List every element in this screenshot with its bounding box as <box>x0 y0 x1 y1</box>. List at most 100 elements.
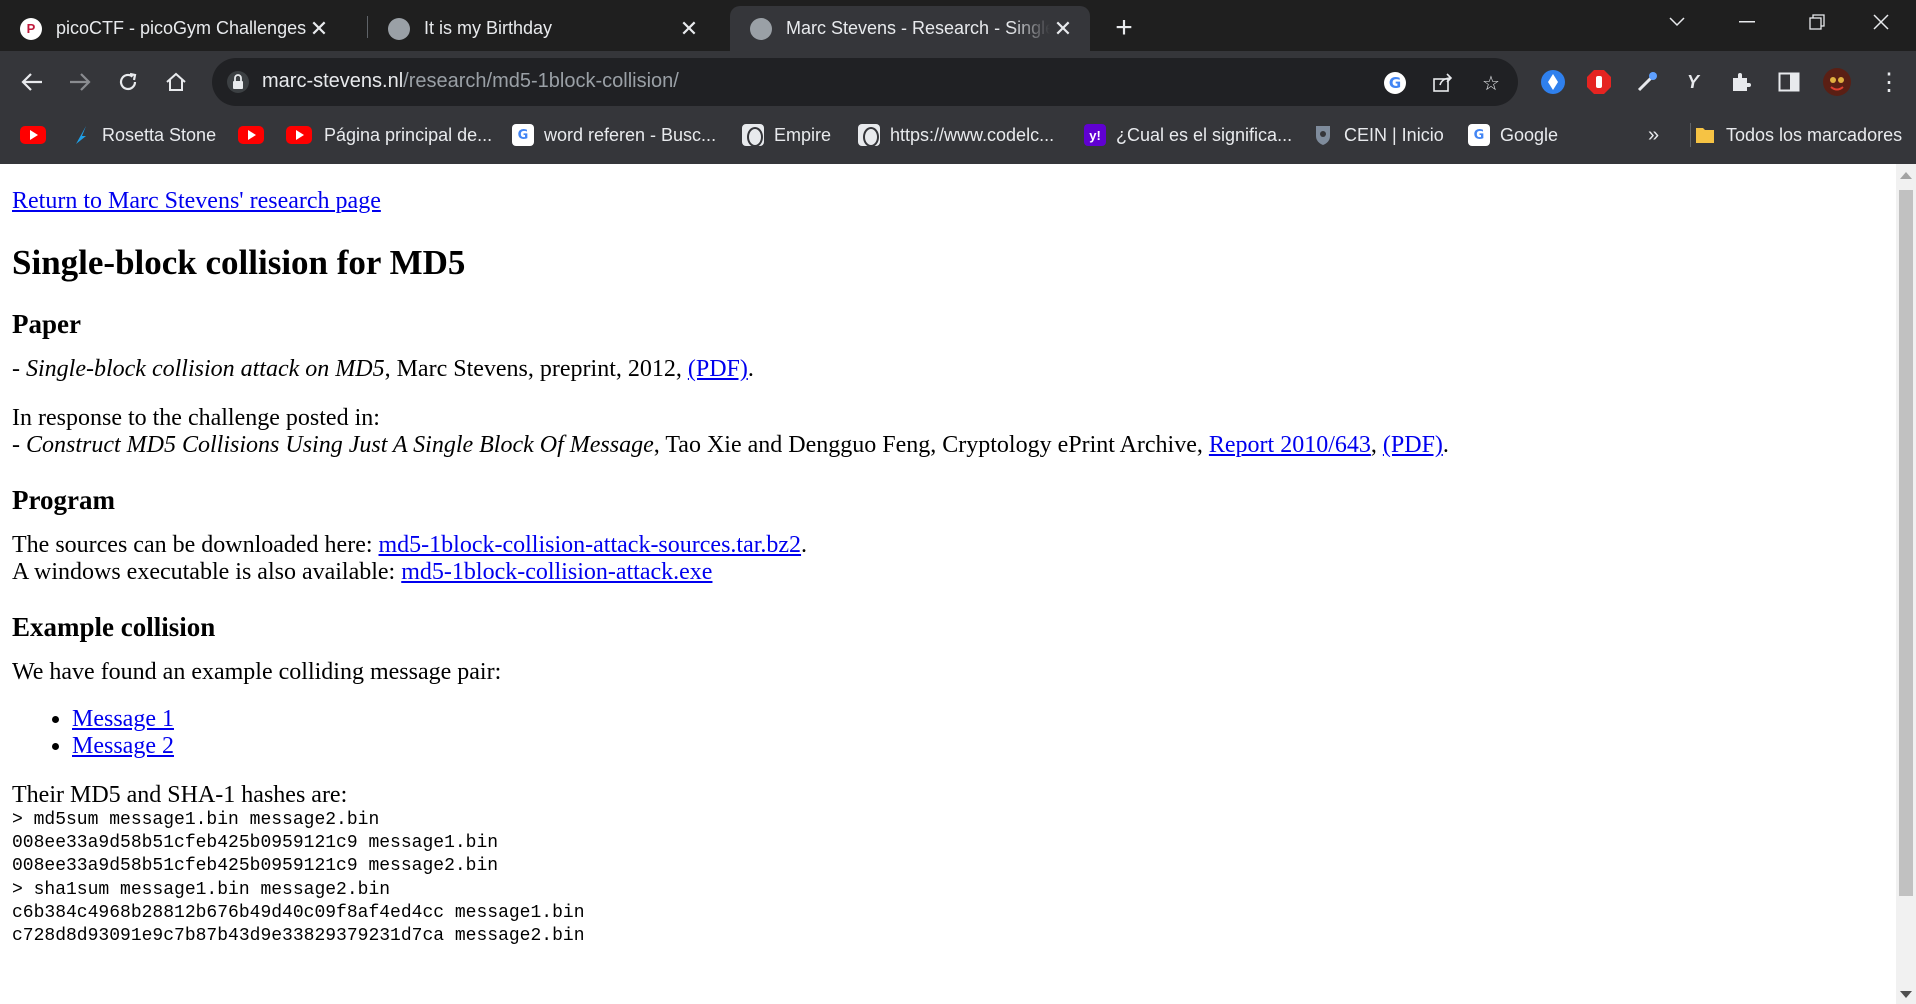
url-text[interactable]: marc-stevens.nl/research/md5-1block-coll… <box>262 70 679 93</box>
minimize-button[interactable] <box>1712 0 1782 44</box>
terminal-output: > md5sum message1.bin message2.bin 008ee… <box>12 809 1884 948</box>
bookmark-label: CEIN | Inicio <box>1344 124 1444 145</box>
side-panel-icon[interactable] <box>1774 67 1804 97</box>
paper-prefix: - <box>12 356 26 382</box>
paper-heading: Paper <box>12 309 81 339</box>
sources-text: The sources can be downloaded here: <box>12 532 379 558</box>
sources-download-link[interactable]: md5-1block-collision-attack-sources.tar.… <box>379 532 802 558</box>
rosetta-icon <box>70 124 92 146</box>
google-lens-icon[interactable]: G <box>1382 70 1408 96</box>
bookmark-pagina-principal[interactable]: Página principal de... <box>286 119 492 151</box>
cein-icon <box>1312 124 1334 146</box>
bookmark-word-referen[interactable]: G word referen - Busc... <box>512 119 716 151</box>
all-bookmarks-button[interactable]: Todos los marcadores <box>1694 119 1902 151</box>
tab-birthday[interactable]: It is my Birthday ✕ <box>368 6 716 51</box>
page-scrollbar[interactable] <box>1896 164 1916 1004</box>
paper-title: Single-block collision attack on MD5 <box>26 356 385 382</box>
list-item: Message 2 <box>72 733 1884 760</box>
response-pdf-link[interactable]: (PDF) <box>1383 432 1443 458</box>
tab-marc-stevens[interactable]: Marc Stevens - Research - Single-block ✕ <box>730 6 1090 51</box>
paper-authors: , Marc Stevens, preprint, 2012, <box>384 356 688 382</box>
response-authors: , Tao Xie and Dengguo Feng, Cryptology e… <box>653 432 1209 458</box>
paper-end: . <box>747 356 754 382</box>
tab-title: It is my Birthday <box>424 18 553 38</box>
google-icon: G <box>1468 124 1490 146</box>
message-1-link[interactable]: Message 1 <box>72 706 174 732</box>
share-icon[interactable] <box>1430 70 1456 96</box>
paper-citation: - Single-block collision attack on MD5, … <box>12 356 1884 383</box>
terminal-line: > md5sum message1.bin message2.bin <box>12 810 380 830</box>
bookmark-label: Página principal de... <box>324 124 493 145</box>
bookmark-label: word referen - Busc... <box>544 124 717 145</box>
close-tab-icon[interactable]: ✕ <box>676 16 702 42</box>
close-tab-icon[interactable]: ✕ <box>306 16 332 42</box>
address-bar[interactable]: marc-stevens.nl/research/md5-1block-coll… <box>212 58 1518 106</box>
terminal-line: 008ee33a9d58b51cfeb425b0959121c9 message… <box>12 856 499 877</box>
new-tab-button[interactable]: + <box>1106 10 1142 46</box>
exe-text: A windows executable is also available: <box>12 559 402 585</box>
tab-title: picoCTF - picoGym Challenges <box>56 18 306 38</box>
globe-icon <box>388 17 410 40</box>
bookmark-cual-es[interactable]: y! ¿Cual es el significa... <box>1084 119 1292 151</box>
terminal-line: 008ee33a9d58b51cfeb425b0959121c9 message… <box>12 833 499 854</box>
response-prefix: - <box>12 432 26 458</box>
scroll-up-arrow-icon[interactable] <box>1900 172 1912 179</box>
menu-kebab-icon[interactable]: ⋮ <box>1874 67 1904 97</box>
adblock-icon[interactable] <box>1584 67 1614 97</box>
scrollbar-thumb[interactable] <box>1899 190 1913 896</box>
response-end: . <box>1442 432 1449 458</box>
tab-search-icon[interactable] <box>1642 0 1712 44</box>
bookmark-empire[interactable]: Empire <box>742 119 831 151</box>
bookmark-youtube[interactable] <box>20 119 46 151</box>
bookmark-google[interactable]: G Google <box>1468 119 1558 151</box>
close-window-button[interactable] <box>1846 0 1916 44</box>
report-link[interactable]: Report 2010/643 <box>1209 432 1371 458</box>
restore-button[interactable] <box>1782 0 1852 44</box>
exe-download-link[interactable]: md5-1block-collision-attack.exe <box>401 559 712 585</box>
extensions-puzzle-icon[interactable] <box>1726 67 1756 97</box>
tab-picoctf[interactable]: P picoCTF - picoGym Challenges ✕ <box>0 6 346 51</box>
scroll-down-arrow-icon[interactable] <box>1900 991 1912 998</box>
extension-blue-icon[interactable] <box>1538 67 1568 97</box>
return-link[interactable]: Return to Marc Stevens' research page <box>12 188 381 214</box>
list-item: Message 1 <box>72 706 1884 733</box>
close-tab-icon[interactable]: ✕ <box>1050 16 1076 42</box>
bookmark-label: https://www.codelc... <box>890 124 1055 145</box>
reload-button[interactable] <box>110 64 146 100</box>
example-text: We have found an example colliding messa… <box>12 659 502 685</box>
forward-button[interactable] <box>62 64 98 100</box>
bookmark-label: Google <box>1500 124 1559 145</box>
tab-title: Marc Stevens - Research - Single-block <box>786 18 1050 38</box>
google-icon: G <box>512 124 534 146</box>
bookmark-rosetta-stone[interactable]: Rosetta Stone <box>70 119 216 151</box>
bookmarks-overflow-button[interactable]: » <box>1648 119 1659 151</box>
paper-pdf-link[interactable]: (PDF) <box>688 356 748 382</box>
yahoo-icon: y! <box>1084 124 1106 146</box>
terminal-line: > sha1sum message1.bin message2.bin <box>12 879 391 900</box>
sources-line: The sources can be downloaded here: md5-… <box>12 532 1884 559</box>
site-info-icon[interactable] <box>226 70 250 94</box>
web-page-content: Return to Marc Stevens' research page Si… <box>0 164 1896 1004</box>
home-button[interactable] <box>158 64 194 100</box>
profile-avatar[interactable] <box>1822 67 1852 97</box>
url-host: marc-stevens.nl <box>262 70 404 92</box>
youtube-icon <box>238 126 264 144</box>
bookmark-cein[interactable]: CEIN | Inicio <box>1312 119 1444 151</box>
eyedropper-icon[interactable] <box>1632 67 1662 97</box>
bookmarks-divider <box>1690 123 1691 147</box>
bookmark-label: Rosetta Stone <box>102 124 217 145</box>
youtube-icon <box>20 126 46 144</box>
example-heading: Example collision <box>12 612 216 642</box>
bookmark-codelco[interactable]: https://www.codelc... <box>858 119 1054 151</box>
bookmark-star-icon[interactable]: ☆ <box>1478 70 1504 96</box>
back-button[interactable] <box>14 64 50 100</box>
url-path: /research/md5-1block-collision/ <box>403 70 679 92</box>
hashes-intro: Their MD5 and SHA-1 hashes are: <box>12 782 348 808</box>
yomitan-icon[interactable]: Y <box>1678 67 1708 97</box>
terminal-line: c6b384c4968b28812b676b49d40c09f8af4ed4cc… <box>12 902 585 923</box>
youtube-icon <box>286 126 312 144</box>
picoctf-icon: P <box>20 17 42 40</box>
bookmark-youtube-2[interactable] <box>238 119 264 151</box>
message-2-link[interactable]: Message 2 <box>72 733 174 759</box>
message-list: Message 1 Message 2 <box>72 706 1884 760</box>
